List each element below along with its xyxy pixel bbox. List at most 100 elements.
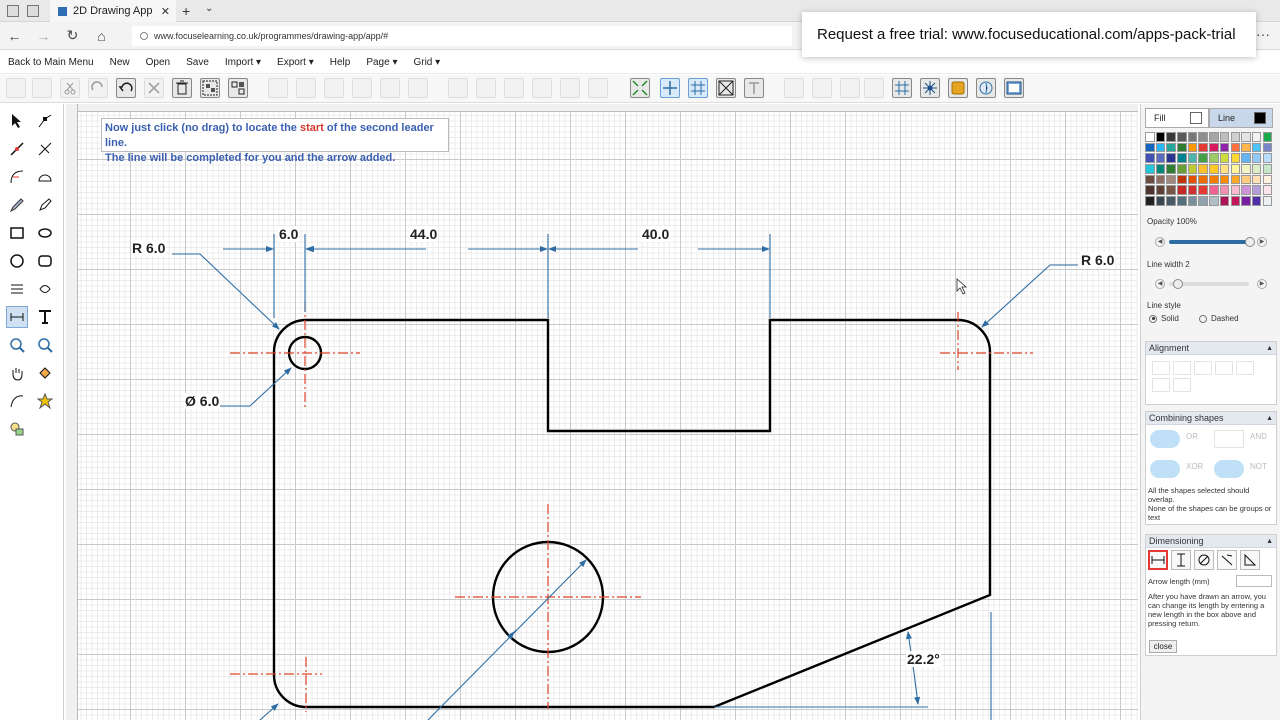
trash-icon[interactable]	[172, 78, 192, 98]
color-swatch-53[interactable]	[1198, 174, 1208, 185]
align-bottom-btn[interactable]	[1152, 378, 1170, 392]
color-swatch-28[interactable]	[1187, 153, 1198, 163]
color-swatch-0[interactable]	[1145, 132, 1155, 142]
flip-vertical-icon[interactable]	[408, 78, 428, 98]
color-swatch-63[interactable]	[1177, 185, 1187, 195]
curve-2-icon[interactable]	[812, 78, 832, 98]
color-swatch-42[interactable]	[1209, 164, 1219, 174]
xor-shape-icon[interactable]	[1150, 460, 1180, 478]
menu-new[interactable]: New	[110, 57, 130, 68]
color-swatch-6[interactable]	[1209, 132, 1219, 142]
send-back-icon[interactable]	[352, 78, 372, 98]
linewidth-knob[interactable]	[1173, 279, 1183, 289]
snap-to-grid-icon[interactable]	[660, 78, 680, 98]
color-swatch-36[interactable]	[1145, 164, 1155, 174]
combining-header[interactable]: Combining shapes	[1146, 412, 1276, 425]
color-swatch-43[interactable]	[1219, 164, 1230, 174]
color-swatch-5[interactable]	[1198, 132, 1208, 142]
color-swatch-32[interactable]	[1230, 153, 1240, 163]
pen-icon[interactable]	[34, 194, 56, 216]
color-swatch-8[interactable]	[1230, 132, 1240, 142]
color-swatch-31[interactable]	[1219, 153, 1230, 163]
curve-3-icon[interactable]	[840, 78, 860, 98]
url-field[interactable]: www.focuselearning.co.uk/programmes/draw…	[132, 26, 792, 46]
align-left-icon[interactable]	[268, 78, 288, 98]
alignment-header[interactable]: Alignment	[1146, 342, 1276, 355]
shapes-library-icon[interactable]	[6, 418, 28, 440]
color-swatch-80[interactable]	[1230, 196, 1240, 206]
color-swatch-44[interactable]	[1230, 164, 1240, 174]
ellipse-tool-icon[interactable]	[34, 222, 56, 244]
hole-diameter-label[interactable]: Ø 6.0	[184, 393, 221, 409]
rotate-angle-icon[interactable]	[588, 78, 608, 98]
color-swatch-78[interactable]	[1209, 196, 1219, 206]
rotate-icon[interactable]	[504, 78, 524, 98]
color-swatch-29[interactable]	[1198, 153, 1208, 163]
color-swatch-41[interactable]	[1198, 164, 1208, 174]
color-swatch-83[interactable]	[1262, 196, 1273, 206]
color-swatch-26[interactable]	[1166, 153, 1176, 163]
no-grid-icon[interactable]	[716, 78, 736, 98]
color-swatch-71[interactable]	[1262, 185, 1273, 195]
dimensioning-header[interactable]: Dimensioning	[1146, 535, 1276, 548]
group-select-icon[interactable]	[200, 78, 220, 98]
cut-icon[interactable]	[6, 78, 26, 98]
color-swatch-2[interactable]	[1166, 132, 1176, 142]
or-shape-icon[interactable]	[1150, 430, 1180, 448]
color-swatch-38[interactable]	[1166, 164, 1176, 174]
color-swatch-51[interactable]	[1177, 174, 1187, 185]
color-swatch-34[interactable]	[1251, 153, 1262, 163]
polyline-tool-icon[interactable]	[34, 138, 56, 160]
linear-dimension-icon[interactable]	[1148, 550, 1168, 570]
color-swatch-74[interactable]	[1166, 196, 1176, 206]
rotate-30-icon[interactable]	[560, 78, 580, 98]
dim-label-40[interactable]: 40.0	[641, 226, 671, 242]
color-swatch-35[interactable]	[1262, 153, 1273, 163]
drawing-canvas[interactable]: Now just click (no drag) to locate the s…	[78, 112, 1138, 720]
color-swatch-50[interactable]	[1166, 174, 1176, 185]
dim-label-44[interactable]: 44.0	[409, 226, 439, 242]
menu-export[interactable]: Export ▾	[277, 57, 314, 68]
fit-page-icon[interactable]	[630, 78, 650, 98]
color-swatch-79[interactable]	[1219, 196, 1230, 206]
color-swatch-22[interactable]	[1251, 142, 1262, 153]
color-swatch-52[interactable]	[1187, 174, 1198, 185]
zoom-out-icon[interactable]	[34, 334, 56, 356]
freeform-shape-icon[interactable]	[34, 278, 56, 300]
color-swatch-48[interactable]	[1145, 174, 1155, 185]
color-swatch-20[interactable]	[1230, 142, 1240, 153]
curve-tool-icon[interactable]	[6, 390, 28, 412]
refresh-icon[interactable]: ↻	[58, 27, 87, 44]
table-icon[interactable]	[892, 78, 912, 98]
color-swatch-72[interactable]	[1145, 196, 1155, 206]
color-swatch-67[interactable]	[1219, 185, 1230, 195]
angle-dimension-icon[interactable]	[1240, 550, 1260, 570]
color-swatch-12[interactable]	[1145, 142, 1155, 153]
color-swatch-65[interactable]	[1198, 185, 1208, 195]
fill-bucket-icon[interactable]	[34, 362, 56, 384]
flip-horizontal-icon[interactable]	[380, 78, 400, 98]
color-swatch-60[interactable]	[1145, 185, 1155, 195]
window-icon[interactable]	[7, 4, 19, 17]
menu-grid[interactable]: Grid ▾	[413, 57, 440, 68]
menu-import[interactable]: Import ▾	[225, 57, 261, 68]
color-swatch-10[interactable]	[1251, 132, 1262, 142]
grid-toggle-icon[interactable]	[688, 78, 708, 98]
color-swatch-15[interactable]	[1177, 142, 1187, 153]
color-swatch-18[interactable]	[1209, 142, 1219, 153]
close-button[interactable]: close	[1149, 640, 1177, 653]
menu-back-to-main[interactable]: Back to Main Menu	[8, 57, 94, 68]
dim-label-6[interactable]: 6.0	[278, 226, 300, 242]
text-style-icon[interactable]	[744, 78, 764, 98]
color-swatch-54[interactable]	[1209, 174, 1219, 185]
align-left-btn[interactable]	[1152, 361, 1170, 375]
line-tab[interactable]: Line	[1209, 108, 1273, 128]
radius-label-right[interactable]: R 6.0	[1080, 252, 1116, 268]
color-swatch-58[interactable]	[1251, 174, 1262, 185]
opacity-decrease-icon[interactable]: ◀	[1155, 237, 1165, 247]
color-swatch-21[interactable]	[1241, 142, 1251, 153]
curve-icon[interactable]	[784, 78, 804, 98]
rectangle-tool-icon[interactable]	[6, 222, 28, 244]
color-swatch-73[interactable]	[1155, 196, 1166, 206]
color-swatch-37[interactable]	[1155, 164, 1166, 174]
